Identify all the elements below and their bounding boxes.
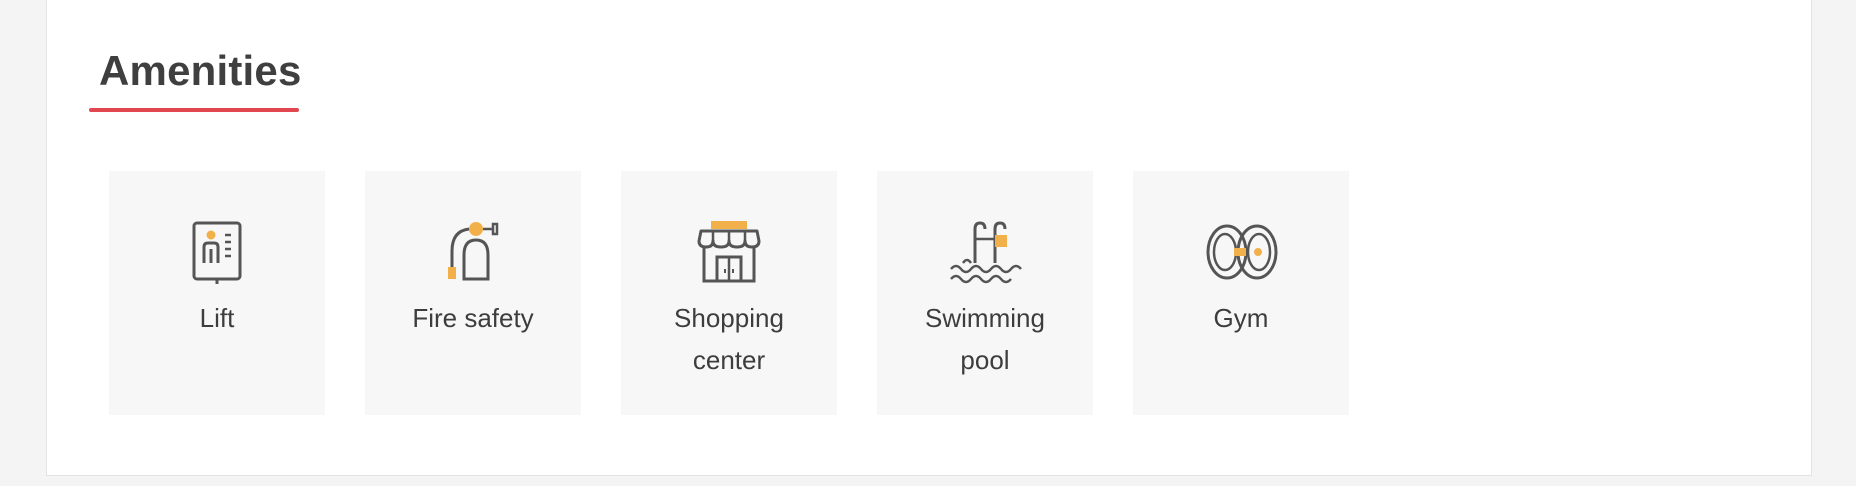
amenity-tile-fire-safety[interactable]: Fire safety [365,171,581,415]
amenities-list: Lift Fire safety Shopping center Swimmin… [109,171,1349,415]
swimming-pool-icon [945,219,1025,285]
section-title: Amenities [99,47,302,94]
amenity-tile-shopping-center[interactable]: Shopping center [621,171,837,415]
fire-extinguisher-icon [433,219,513,285]
storefront-icon [689,219,769,285]
amenity-label: Swimming pool [925,303,1045,375]
amenity-tile-swimming-pool[interactable]: Swimming pool [877,171,1093,415]
lift-icon [177,219,257,285]
amenity-label: Gym [1213,303,1269,333]
amenities-card: Amenities Lift Fire safety Shopping cent… [46,0,1812,476]
dumbbell-icon [1201,219,1281,285]
amenity-label: Fire safety [412,303,534,333]
amenity-tile-lift[interactable]: Lift [109,171,325,415]
amenity-tile-gym[interactable]: Gym [1133,171,1349,415]
amenity-label: Shopping center [674,303,784,375]
title-underline [89,108,299,112]
amenity-label: Lift [199,303,235,333]
